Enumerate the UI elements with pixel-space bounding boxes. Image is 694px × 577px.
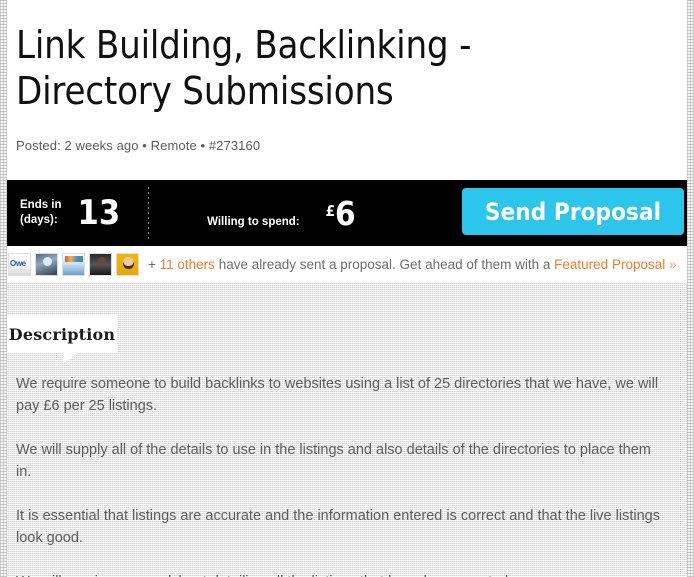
- description-paragraph: It is essential that listings are accura…: [16, 508, 660, 546]
- avatar[interactable]: [35, 253, 58, 276]
- avatar[interactable]: [116, 253, 139, 276]
- ends-in-days-value: 13: [77, 193, 121, 233]
- description-paragraph: We will require a spreadsheet detailing …: [16, 571, 666, 577]
- proposal-count-strip: + 11 others have already sent a proposal…: [0, 246, 694, 283]
- description-section: Description We require someone to build …: [0, 283, 694, 577]
- description-paragraph: We require someone to build backlinks to…: [16, 376, 659, 414]
- ends-in-block: Ends in (days): 13: [0, 196, 120, 230]
- willing-to-spend-label: Willing to spend:: [207, 215, 300, 228]
- send-proposal-button[interactable]: Send Proposal: [462, 188, 684, 235]
- page-right-edge-texture: [687, 0, 694, 577]
- applicant-avatars: [8, 253, 139, 276]
- page-left-edge-texture: [0, 0, 7, 577]
- proposal-middle-text: have already sent a proposal. Get ahead …: [214, 257, 555, 272]
- ends-in-label: Ends in (days):: [20, 199, 62, 226]
- job-header: Link Building, Backlinking - Directory S…: [0, 0, 694, 180]
- description-paragraph: We will supply all of the details to use…: [16, 442, 651, 480]
- willing-to-spend-block: Willing to spend: £6: [207, 197, 356, 230]
- avatar[interactable]: [62, 253, 85, 276]
- job-meta-line: Posted: 2 weeks ago • Remote • #273160: [16, 138, 261, 153]
- page-title: Link Building, Backlinking - Directory S…: [16, 23, 472, 113]
- featured-proposal-link[interactable]: Featured Proposal: [554, 257, 665, 272]
- description-body: We require someone to build backlinks to…: [16, 373, 666, 577]
- proposal-count-text: + 11 others have already sent a proposal…: [148, 257, 677, 272]
- plus-sign: +: [148, 257, 160, 272]
- tab-description-label: Description: [8, 324, 116, 344]
- tab-description[interactable]: Description: [7, 315, 117, 364]
- avatar[interactable]: [89, 253, 112, 276]
- others-count-link[interactable]: 11 others: [160, 257, 215, 272]
- job-listing-page: Link Building, Backlinking - Directory S…: [0, 0, 694, 577]
- budget-amount: 6: [335, 193, 356, 233]
- bubble-tail: [63, 353, 78, 364]
- budget-value: £6: [326, 197, 356, 230]
- dotted-divider: [148, 187, 150, 239]
- currency-symbol: £: [325, 202, 336, 221]
- chevron-right-icon[interactable]: »: [665, 257, 677, 272]
- avatar[interactable]: [8, 253, 31, 276]
- action-bar: Ends in (days): 13 Willing to spend: £6 …: [0, 180, 694, 246]
